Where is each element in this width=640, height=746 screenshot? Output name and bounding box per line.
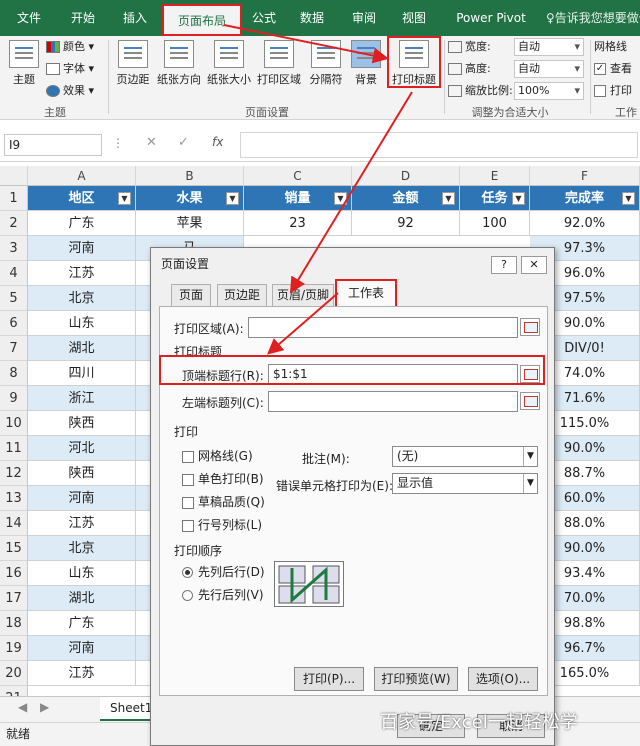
arrow-to-sheet-tab (289, 91, 413, 294)
watermark: 百家号/Excel一起轻松学 (380, 712, 578, 733)
arrow-to-print-titles (223, 24, 389, 64)
arrow-to-rows-input (266, 292, 339, 355)
annotation-arrows (223, 24, 413, 355)
